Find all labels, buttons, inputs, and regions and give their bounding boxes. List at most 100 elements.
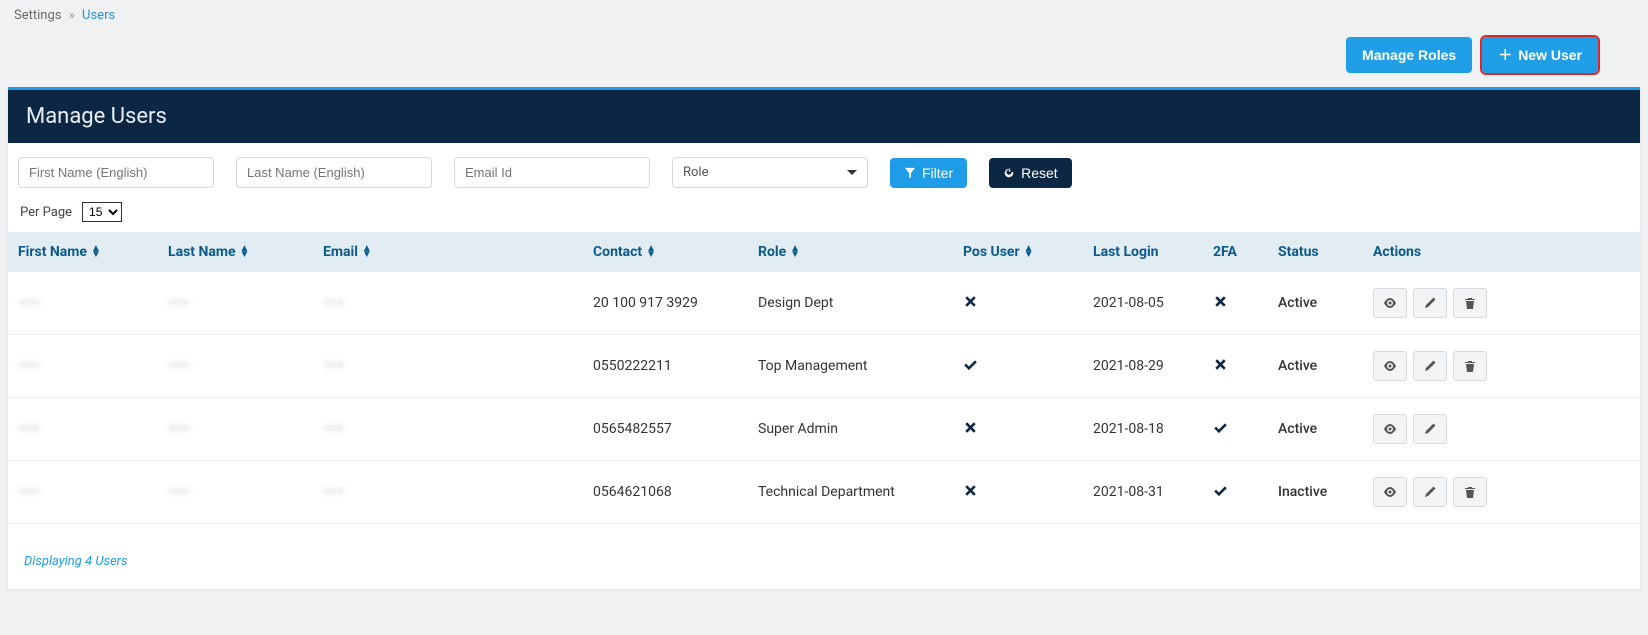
sort-icon: ▲▼ — [1024, 246, 1034, 258]
cell-actions — [1363, 335, 1640, 398]
table-row: ——————0550222211Top Management2021-08-29… — [8, 335, 1640, 398]
table-row: ——————0564621068Technical Department2021… — [8, 461, 1640, 524]
col-pos-user[interactable]: Pos User▲▼ — [953, 232, 1083, 272]
x-icon — [963, 297, 978, 313]
view-button[interactable] — [1373, 477, 1407, 507]
cell-status: Active — [1268, 272, 1363, 335]
users-panel: Manage Users Role Filter Reset Per Page … — [8, 87, 1640, 589]
per-page-select[interactable]: 15 — [82, 202, 122, 222]
filter-button-label: Filter — [922, 165, 953, 181]
col-email[interactable]: Email▲▼ — [313, 232, 583, 272]
col-last-login: Last Login — [1083, 232, 1203, 272]
role-select[interactable]: Role — [672, 157, 868, 188]
cell-status: Active — [1268, 398, 1363, 461]
col-first-name[interactable]: First Name▲▼ — [8, 232, 158, 272]
cell-email: —— — [323, 421, 345, 437]
cell-pos-user — [953, 398, 1083, 461]
cell-first-name: —— — [18, 484, 40, 500]
first-name-input[interactable] — [18, 157, 214, 188]
filter-button[interactable]: Filter — [890, 158, 967, 188]
cell-role: Design Dept — [748, 272, 953, 335]
sort-icon: ▲▼ — [646, 246, 656, 258]
cell-2fa — [1203, 461, 1268, 524]
cell-last-name: —— — [168, 358, 190, 374]
cell-last-login: 2021-08-29 — [1083, 335, 1203, 398]
cell-role: Top Management — [748, 335, 953, 398]
caret-down-icon — [847, 170, 857, 175]
cell-status: Inactive — [1268, 461, 1363, 524]
last-name-input[interactable] — [236, 157, 432, 188]
plus-icon: ＋ — [1498, 45, 1512, 65]
per-page-label: Per Page — [20, 205, 72, 220]
per-page-row: Per Page 15 — [8, 194, 1640, 232]
role-select-label: Role — [683, 165, 708, 180]
cell-last-name: —— — [168, 421, 190, 437]
x-icon — [963, 486, 978, 502]
reset-button[interactable]: Reset — [989, 158, 1072, 188]
cell-role: Technical Department — [748, 461, 953, 524]
users-table: First Name▲▼ Last Name▲▼ Email▲▼ Contact… — [8, 232, 1640, 524]
cell-email: —— — [323, 358, 345, 374]
sort-icon: ▲▼ — [790, 246, 800, 258]
sort-icon: ▲▼ — [362, 246, 372, 258]
x-icon — [1213, 360, 1228, 376]
cell-2fa — [1203, 272, 1268, 335]
col-role[interactable]: Role▲▼ — [748, 232, 953, 272]
cell-last-login: 2021-08-31 — [1083, 461, 1203, 524]
breadcrumb-root: Settings — [14, 8, 61, 23]
cell-contact: 0565482557 — [583, 398, 748, 461]
new-user-label: New User — [1518, 47, 1582, 63]
cell-first-name: —— — [18, 421, 40, 437]
cell-2fa — [1203, 335, 1268, 398]
manage-roles-button[interactable]: Manage Roles — [1346, 37, 1472, 73]
cell-contact: 0564621068 — [583, 461, 748, 524]
cell-role: Super Admin — [748, 398, 953, 461]
cell-email: —— — [323, 295, 345, 311]
col-contact[interactable]: Contact▲▼ — [583, 232, 748, 272]
cell-first-name: —— — [18, 358, 40, 374]
cell-actions — [1363, 461, 1640, 524]
edit-button[interactable] — [1413, 477, 1447, 507]
cell-contact: 20 100 917 3929 — [583, 272, 748, 335]
email-input[interactable] — [454, 157, 650, 188]
delete-button[interactable] — [1453, 477, 1487, 507]
footer-note: Displaying 4 Users — [8, 524, 1640, 589]
check-icon — [963, 360, 978, 376]
reset-icon — [1003, 167, 1015, 179]
view-button[interactable] — [1373, 414, 1407, 444]
cell-last-login: 2021-08-18 — [1083, 398, 1203, 461]
new-user-button[interactable]: ＋ New User — [1482, 37, 1598, 73]
view-button[interactable] — [1373, 351, 1407, 381]
cell-last-login: 2021-08-05 — [1083, 272, 1203, 335]
top-actions: Manage Roles ＋ New User — [0, 31, 1648, 87]
delete-button[interactable] — [1453, 288, 1487, 318]
cell-email: —— — [323, 484, 345, 500]
table-row: ——————20 100 917 3929Design Dept2021-08-… — [8, 272, 1640, 335]
cell-pos-user — [953, 272, 1083, 335]
table-row: —— —— —— 0565482557Super Admin 2021-08-18 Act… — [8, 398, 1640, 461]
edit-button[interactable] — [1413, 414, 1447, 444]
cell-actions — [1363, 398, 1640, 461]
x-icon — [963, 423, 978, 439]
cell-first-name: —— — [18, 295, 40, 311]
col-actions: Actions — [1363, 232, 1640, 272]
col-status: Status — [1268, 232, 1363, 272]
x-icon — [1213, 297, 1228, 313]
manage-roles-label: Manage Roles — [1362, 47, 1456, 63]
cell-pos-user — [953, 335, 1083, 398]
breadcrumb-current[interactable]: Users — [82, 8, 115, 23]
view-button[interactable] — [1373, 288, 1407, 318]
panel-title: Manage Users — [8, 90, 1640, 143]
cell-2fa — [1203, 398, 1268, 461]
filters-row: Role Filter Reset — [8, 143, 1640, 194]
col-last-name[interactable]: Last Name▲▼ — [158, 232, 313, 272]
sort-icon: ▲▼ — [91, 246, 101, 258]
edit-button[interactable] — [1413, 351, 1447, 381]
cell-pos-user — [953, 461, 1083, 524]
edit-button[interactable] — [1413, 288, 1447, 318]
delete-button[interactable] — [1453, 351, 1487, 381]
check-icon — [1213, 423, 1228, 439]
check-icon — [1213, 486, 1228, 502]
breadcrumb-separator: » — [69, 8, 75, 23]
col-2fa: 2FA — [1203, 232, 1268, 272]
